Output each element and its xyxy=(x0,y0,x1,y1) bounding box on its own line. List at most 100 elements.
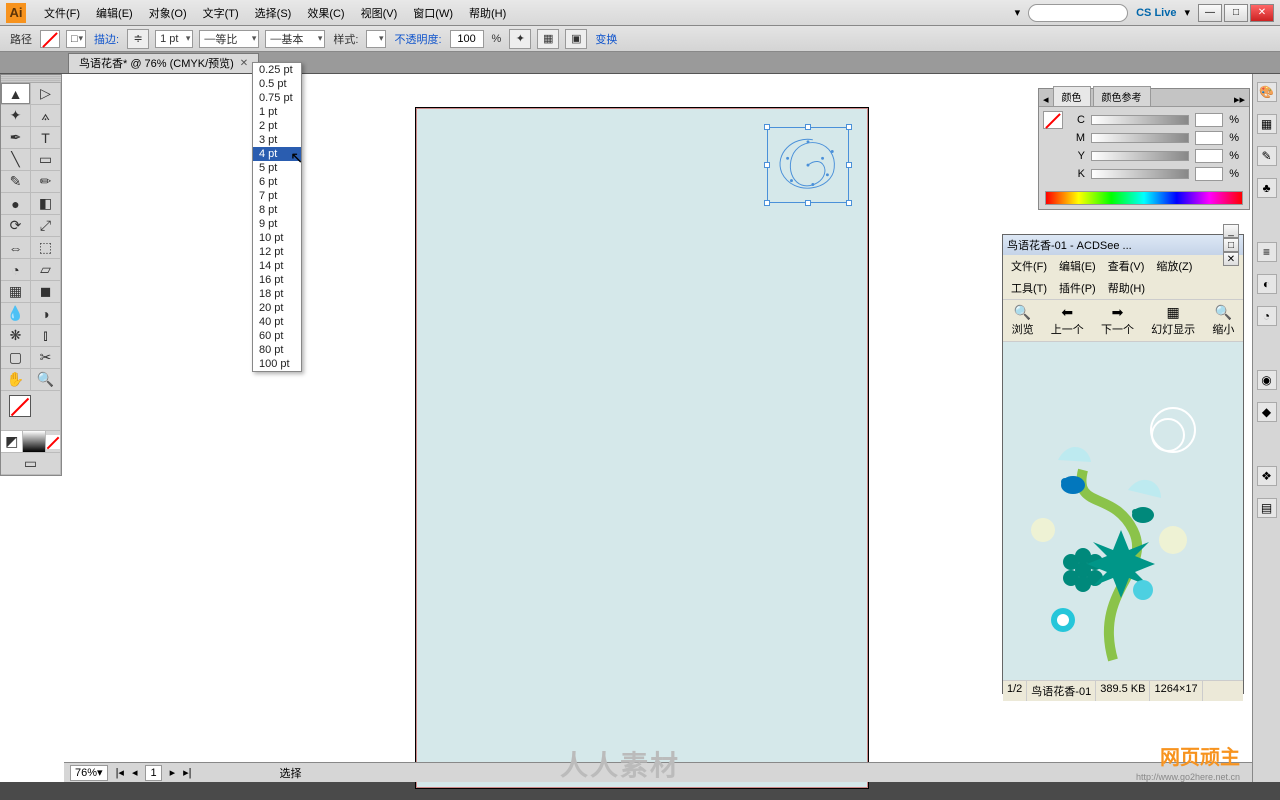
document-tab[interactable]: 鸟语花香* @ 76% (CMYK/预览) ✕ xyxy=(68,53,259,73)
acd-menu-item[interactable]: 查看(V) xyxy=(1104,257,1149,275)
dock-color-icon[interactable]: 🎨 xyxy=(1257,82,1277,102)
symbol-sprayer-tool[interactable]: ❋ xyxy=(1,325,31,347)
stroke-option[interactable]: 6 pt xyxy=(253,175,301,189)
screen-mode[interactable]: ▭ xyxy=(1,453,61,475)
stroke-option[interactable]: 7 pt xyxy=(253,189,301,203)
panel-fill-swatch[interactable] xyxy=(1043,111,1063,129)
menu-item[interactable]: 文件(F) xyxy=(36,5,88,23)
blend-tool[interactable]: ◑ xyxy=(31,303,61,325)
acd-tool-button[interactable]: 🔍缩小 xyxy=(1212,304,1234,337)
blob-brush-tool[interactable]: ● xyxy=(1,193,31,215)
menu-item[interactable]: 效果(C) xyxy=(299,5,352,23)
acd-menu-item[interactable]: 插件(P) xyxy=(1055,279,1100,297)
stroke-label[interactable]: 描边: xyxy=(92,31,121,47)
gradient-mode[interactable] xyxy=(23,431,45,453)
stroke-option[interactable]: 100 pt xyxy=(253,357,301,371)
magic-wand-tool[interactable]: ✦ xyxy=(1,105,31,127)
selected-object[interactable] xyxy=(767,127,849,203)
minimize-button[interactable]: — xyxy=(1198,4,1222,22)
acd-menu-item[interactable]: 编辑(E) xyxy=(1055,257,1100,275)
close-button[interactable]: ✕ xyxy=(1250,4,1274,22)
stroke-option[interactable]: 0.25 pt xyxy=(253,63,301,77)
nav-first-icon[interactable]: |◂ xyxy=(116,766,124,779)
acd-max-icon[interactable]: □ xyxy=(1223,238,1239,252)
acdsee-titlebar[interactable]: 鸟语花香-01 - ACDSee ... _□✕ xyxy=(1003,235,1243,255)
stroke-option[interactable]: 80 pt xyxy=(253,343,301,357)
essentials-dropdown[interactable]: ▾ xyxy=(1015,6,1021,19)
perspective-tool[interactable]: ▱ xyxy=(31,259,61,281)
cmyk-input[interactable] xyxy=(1195,167,1223,181)
menu-item[interactable]: 文字(T) xyxy=(195,5,247,23)
close-tab-icon[interactable]: ✕ xyxy=(240,58,248,69)
dock-transparency-icon[interactable]: ◔ xyxy=(1257,306,1277,326)
menu-item[interactable]: 帮助(H) xyxy=(461,5,514,23)
stroke-option[interactable]: 3 pt xyxy=(253,133,301,147)
acd-min-icon[interactable]: _ xyxy=(1223,224,1239,238)
dock-layers-icon[interactable]: ❖ xyxy=(1257,466,1277,486)
cmyk-input[interactable] xyxy=(1195,131,1223,145)
fill-stroke-swatch[interactable] xyxy=(1,391,61,431)
lasso-tool[interactable]: ⟑ xyxy=(31,105,61,127)
dock-styles-icon[interactable]: ◆ xyxy=(1257,402,1277,422)
cmyk-input[interactable] xyxy=(1195,149,1223,163)
cmyk-slider[interactable] xyxy=(1091,151,1189,161)
page-input[interactable]: 1 xyxy=(145,765,161,781)
nav-prev-icon[interactable]: ◂ xyxy=(132,766,138,779)
rectangle-tool[interactable]: ▭ xyxy=(31,149,61,171)
pencil-tool[interactable]: ✏ xyxy=(31,171,61,193)
paintbrush-tool[interactable]: ✎ xyxy=(1,171,31,193)
stroke-weight-dropdown[interactable]: 1 pt xyxy=(155,30,193,48)
acd-menu-item[interactable]: 帮助(H) xyxy=(1104,279,1149,297)
zoom-tool[interactable]: 🔍 xyxy=(31,369,61,391)
stroke-option[interactable]: 14 pt xyxy=(253,259,301,273)
dock-appearance-icon[interactable]: ◉ xyxy=(1257,370,1277,390)
rotate-tool[interactable]: ⟳ xyxy=(1,215,31,237)
acdsee-preview[interactable] xyxy=(1003,342,1243,680)
stroke-option[interactable]: 18 pt xyxy=(253,287,301,301)
stroke-option[interactable]: 1 pt xyxy=(253,105,301,119)
nav-next-icon[interactable]: ▸ xyxy=(170,766,176,779)
menu-item[interactable]: 对象(O) xyxy=(141,5,195,23)
maximize-button[interactable]: □ xyxy=(1224,4,1248,22)
eyedropper-tool[interactable]: 💧 xyxy=(1,303,31,325)
gradient-tool[interactable]: ◼ xyxy=(31,281,61,303)
dock-brushes-icon[interactable]: ✎ xyxy=(1257,146,1277,166)
type-tool[interactable]: T xyxy=(31,127,61,149)
acd-menu-item[interactable]: 缩放(Z) xyxy=(1152,257,1196,275)
cslive-button[interactable]: CS Live xyxy=(1136,7,1176,19)
stroke-option[interactable]: 10 pt xyxy=(253,231,301,245)
opacity-input[interactable] xyxy=(450,30,484,48)
transform-link[interactable]: 变换 xyxy=(593,31,619,47)
line-tool[interactable]: ╲ xyxy=(1,149,31,171)
fill-dropdown[interactable]: □ xyxy=(66,30,86,48)
stroke-option[interactable]: 8 pt xyxy=(253,203,301,217)
acd-tool-button[interactable]: ▦幻灯显示 xyxy=(1151,304,1195,337)
eraser-tool[interactable]: ◧ xyxy=(31,193,61,215)
width-tool[interactable]: ⇔ xyxy=(1,237,31,259)
acd-tool-button[interactable]: 🔍浏览 xyxy=(1012,304,1034,337)
stroke-option[interactable]: 20 pt xyxy=(253,301,301,315)
tab-color[interactable]: 颜色 xyxy=(1053,86,1091,106)
tab-color-guide[interactable]: 颜色参考 xyxy=(1093,86,1151,106)
toolbox-grip[interactable] xyxy=(1,75,61,83)
slice-tool[interactable]: ✂ xyxy=(31,347,61,369)
opacity-label[interactable]: 不透明度: xyxy=(392,31,443,47)
stroke-option[interactable]: 16 pt xyxy=(253,273,301,287)
acd-tool-button[interactable]: ⬅上一个 xyxy=(1051,304,1084,337)
artboard-tool[interactable]: ▢ xyxy=(1,347,31,369)
fill-swatch[interactable] xyxy=(40,30,60,48)
spectrum-picker[interactable] xyxy=(1045,191,1243,205)
cmyk-slider[interactable] xyxy=(1091,115,1189,125)
zoom-level[interactable]: 76% ▾ xyxy=(70,765,108,781)
cmyk-slider[interactable] xyxy=(1091,133,1189,143)
color-panel[interactable]: ◂ 颜色 颜色参考 ▸▸ C%M%Y%K% xyxy=(1038,88,1250,210)
acd-tool-button[interactable]: ➡下一个 xyxy=(1101,304,1134,337)
mesh-tool[interactable]: ▦ xyxy=(1,281,31,303)
hand-tool[interactable]: ✋ xyxy=(1,369,31,391)
shape-builder-tool[interactable]: ◔ xyxy=(1,259,31,281)
stroke-option[interactable]: 9 pt xyxy=(253,217,301,231)
dock-gradient-icon[interactable]: ◐ xyxy=(1257,274,1277,294)
dock-symbols-icon[interactable]: ♣ xyxy=(1257,178,1277,198)
dock-swatches-icon[interactable]: ▦ xyxy=(1257,114,1277,134)
artboard[interactable] xyxy=(416,108,868,788)
